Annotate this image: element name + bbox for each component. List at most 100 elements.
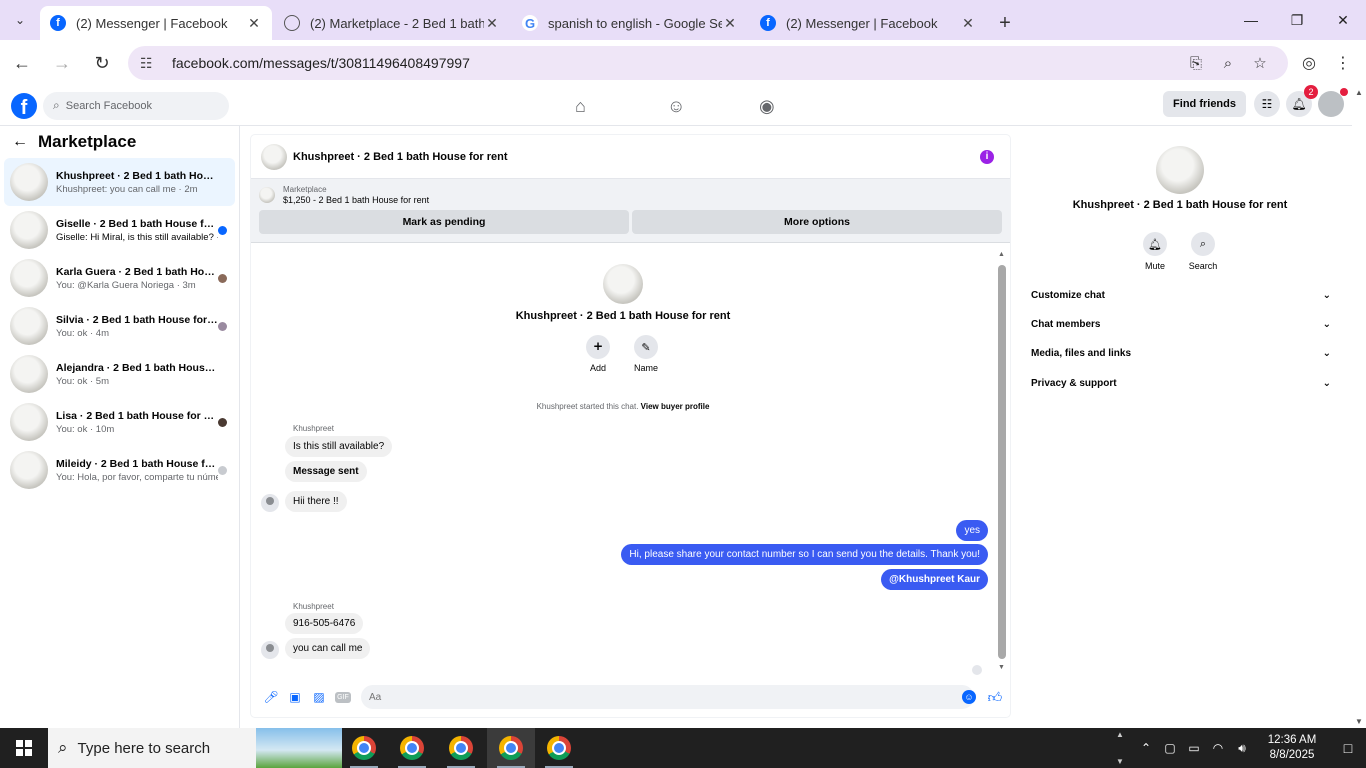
windows-taskbar: ⌕ Type here to search ▲ ▼ ⌃ ▢ ▭ ◠ 🔊︎ 12:3… [0,728,1366,768]
privacy-support-section[interactable]: Privacy & support ⌄ [1031,374,1331,392]
scroll-down-icon[interactable]: ▼ [998,664,1005,671]
taskbar-scroll[interactable]: ▲ ▼ [1114,728,1126,768]
incoming-message[interactable]: Message sent [285,461,367,482]
minimize-icon[interactable]: — [1228,0,1274,40]
incoming-message[interactable]: 916-505-6476 [285,613,364,634]
listing-thumbnail[interactable] [259,187,275,203]
menu-grid-icon[interactable]: ☷ [1254,91,1280,117]
conversation-item[interactable]: Mileidy · 2 Bed 1 bath House for rentYou… [4,446,235,494]
reload-icon[interactable]: ↻ [84,45,120,81]
info-icon[interactable]: i [980,149,994,164]
scroll-down-icon[interactable]: ▼ [1355,717,1363,726]
thread-scrollbar[interactable]: ▲ ▼ [998,251,1006,671]
mute-action[interactable]: 🔔︎ Mute [1131,232,1179,271]
outgoing-message[interactable]: Hi, please share your contact number so … [621,544,988,565]
notifications-bell-icon[interactable]: 🔔︎ 2 [1286,85,1318,117]
browser-tab-4[interactable]: f (2) Messenger | Facebook ✕ [750,6,986,40]
scrollbar-thumb[interactable] [998,265,1006,659]
incoming-message[interactable]: Is this still available? [285,436,393,457]
conversation-item[interactable]: Khushpreet · 2 Bed 1 bath House for rent… [4,158,235,206]
chevron-up-icon[interactable]: ⌃ [1134,741,1158,755]
message-input[interactable] [361,685,974,709]
conversation-item[interactable]: Giselle · 2 Bed 1 bath House for rentGis… [4,206,235,254]
site-settings-icon[interactable]: ☷ [140,55,160,72]
chrome-taskbar-icon[interactable] [340,728,388,768]
tab-search-chevron-icon[interactable]: ⌄ [0,0,40,40]
find-friends-button[interactable]: Find friends [1163,91,1246,117]
windows-start-icon[interactable] [0,728,48,768]
install-app-icon[interactable]: ⎘ [1180,55,1212,72]
taskbar-search-input[interactable]: ⌕ Type here to search [48,728,256,768]
close-tab-icon[interactable]: ✕ [722,15,738,32]
chat-members-section[interactable]: Chat members ⌄ [1031,315,1331,333]
chrome-taskbar-icon[interactable] [388,728,436,768]
taskbar-search-placeholder: Type here to search [77,739,211,757]
battery-icon[interactable]: ▭ [1182,741,1206,755]
address-bar[interactable]: ☷ facebook.com/messages/t/30811496408497… [128,46,1288,80]
outgoing-message[interactable]: @Khushpreet Kaur [881,569,988,590]
more-options-button[interactable]: More options [632,210,1002,234]
name-action[interactable]: ✎ Name [626,335,666,373]
scroll-up-icon[interactable]: ▲ [998,251,1005,258]
thumbs-up-icon[interactable]: 👍︎ [980,689,1010,706]
outgoing-message[interactable]: yes [956,520,988,541]
incoming-message[interactable]: Hii there !! [285,491,347,512]
media-files-links-section[interactable]: Media, files and links ⌄ [1031,344,1331,362]
restore-icon[interactable]: ❐ [1274,0,1320,40]
close-tab-icon[interactable]: ✕ [484,15,500,32]
home-icon[interactable]: ⌂ [570,86,662,126]
url-text[interactable]: facebook.com/messages/t/3081149640849799… [172,55,1180,71]
search-highlight-illustration[interactable] [256,728,342,768]
meet-icon[interactable]: ▢ [1158,741,1182,755]
conversation-name: Karla Guera · 2 Bed 1 bath House for ren… [56,265,218,278]
forward-arrow-icon[interactable]: → [44,45,80,81]
photo-icon[interactable]: ▣ [283,685,307,709]
scroll-up-icon[interactable]: ▲ [1355,88,1363,97]
chrome-taskbar-icon[interactable] [535,728,583,768]
volume-icon[interactable]: 🔊︎ [1230,741,1254,756]
sticker-icon[interactable]: ▨ [307,685,331,709]
friends-icon[interactable]: ☺ [662,86,754,126]
notification-center-icon[interactable]: □ [1330,740,1366,756]
facebook-search-input[interactable]: ⌕ Search Facebook [43,91,229,120]
facebook-icon: f [50,15,66,31]
taskbar-clock[interactable]: 12:36 AM 8/8/2025 [1254,733,1330,763]
close-window-icon[interactable]: ✕ [1320,0,1366,40]
mark-as-pending-button[interactable]: Mark as pending [259,210,629,234]
incoming-message[interactable]: you can call me [285,638,371,659]
search-action[interactable]: ⌕ Search [1179,232,1227,271]
chrome-taskbar-icon[interactable] [487,728,535,768]
conversation-item[interactable]: Silvia · 2 Bed 1 bath House for rent You:… [4,302,235,350]
browser-tab-3[interactable]: G spanish to english - Google Search ✕ [512,6,748,40]
view-buyer-profile-link[interactable]: View buyer profile [641,402,710,411]
conversation-item[interactable]: Karla Guera · 2 Bed 1 bath House for ren… [4,254,235,302]
facebook-logo-icon[interactable]: f [11,92,37,119]
conversation-item[interactable]: Lisa · 2 Bed 1 bath House for rent You: o… [4,398,235,446]
chrome-taskbar-icon[interactable] [437,728,485,768]
zoom-icon[interactable]: ⌕ [1212,55,1244,72]
profile-icon[interactable]: ◎ [1292,46,1326,80]
new-tab-plus-icon[interactable]: + [988,6,1022,40]
sender-name: Khushpreet [293,602,334,611]
microphone-icon[interactable]: 🎤︎ [259,685,283,709]
listing-thumbnail[interactable] [261,143,287,170]
bookmark-star-icon[interactable]: ☆ [1244,54,1276,72]
browser-tab-2[interactable]: (2) Marketplace - 2 Bed 1 bath House for… [274,6,510,40]
listing-price-title[interactable]: $1,250 - 2 Bed 1 bath House for rent [283,195,429,205]
close-tab-icon[interactable]: ✕ [246,15,262,32]
customize-chat-section[interactable]: Customize chat ⌄ [1031,286,1331,304]
conversation-item[interactable]: Alejandra · 2 Bed 1 bath House for rentY… [4,350,235,398]
page-scrollbar[interactable]: ▲ ▼ [1352,86,1366,728]
back-arrow-icon[interactable]: ← [4,45,40,81]
close-tab-icon[interactable]: ✕ [960,15,976,32]
browser-menu-icon[interactable]: ⋮ [1326,46,1360,80]
gif-icon[interactable]: GIF [331,685,355,709]
browser-tab-1[interactable]: f (2) Messenger | Facebook ✕ [40,6,272,40]
emoji-icon[interactable]: ☺ [962,690,976,704]
groups-icon[interactable]: ◉ [754,86,846,126]
account-avatar[interactable] [1318,88,1348,117]
chat-title[interactable]: Khushpreet · 2 Bed 1 bath House for rent [293,151,980,163]
add-action[interactable]: ➕︎ Add [578,335,618,373]
wifi-icon[interactable]: ◠ [1206,741,1230,755]
back-arrow-icon[interactable]: ← [12,133,28,151]
